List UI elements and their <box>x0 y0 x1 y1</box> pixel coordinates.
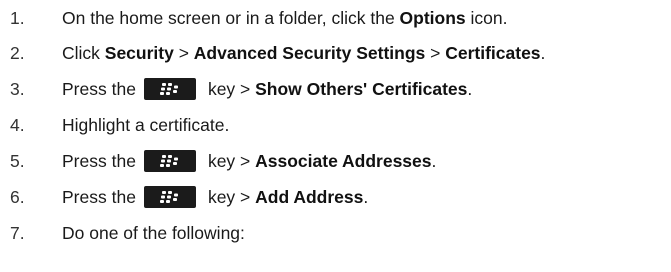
ui-term: Add Address <box>255 186 364 207</box>
step-text-segment: Highlight a certificate. <box>62 114 230 135</box>
ui-term: Show Others' Certificates <box>255 78 468 99</box>
step-text-segment: Press the <box>62 186 136 207</box>
step-number: 5. <box>10 150 25 171</box>
ui-term: Options <box>399 7 466 28</box>
step-text: Highlight a certificate. <box>62 115 229 136</box>
step-text-segment: key > <box>207 150 256 171</box>
blackberry-menu-key-icon <box>143 186 196 208</box>
step-number: 2. <box>10 42 25 63</box>
instruction-steps: 1. On the home screen or in a folder, cli… <box>0 0 671 272</box>
step-text-segment: . <box>540 42 546 63</box>
step-text-segment: key > <box>207 186 256 207</box>
step-text: Click Security > Advanced Security Setti… <box>62 43 545 64</box>
step-text-segment: Click <box>62 42 105 63</box>
blackberry-menu-key-icon <box>143 150 196 172</box>
step-text: Press the key > Show Others' Certificates… <box>62 78 472 100</box>
step-text-segment: Press the <box>62 150 136 171</box>
step-number: 7. <box>10 222 25 243</box>
step-text-segment: . <box>431 150 437 171</box>
step-4: 4. Highlight a certificate. <box>0 110 671 140</box>
step-text: Press the key > Add Address. <box>62 186 368 208</box>
step-text-segment: icon. <box>465 7 508 28</box>
step-2: 2. Click Security > Advanced Security Set… <box>0 38 671 68</box>
ui-term: Certificates <box>445 42 541 63</box>
blackberry-menu-key-icon <box>143 78 196 100</box>
step-7: 7. Do one of the following: <box>0 218 671 248</box>
step-text: Do one of the following: <box>62 223 245 244</box>
ui-term: Security <box>104 42 174 63</box>
step-text-segment: > <box>425 42 446 63</box>
step-1: 1. On the home screen or in a folder, cli… <box>0 3 671 33</box>
step-text-segment: key > <box>207 78 256 99</box>
step-text-segment: . <box>363 186 369 207</box>
step-text-segment: On the home screen or in a folder, click… <box>62 7 400 28</box>
step-number: 3. <box>10 78 25 99</box>
step-3: 3. Press the key > Show Others' Certificat… <box>0 74 671 104</box>
step-text-segment: Press the <box>62 78 136 99</box>
step-number: 4. <box>10 114 25 135</box>
step-text-segment: . <box>467 78 473 99</box>
step-text: Press the key > Associate Addresses. <box>62 150 436 172</box>
step-text-segment: > <box>173 42 194 63</box>
ui-term: Associate Addresses <box>255 150 432 171</box>
step-text-segment: Do one of the following: <box>62 222 245 243</box>
step-number: 1. <box>10 7 25 28</box>
step-5: 5. Press the key > Associate Addresses. <box>0 146 671 176</box>
step-number: 6. <box>10 186 25 207</box>
step-6: 6. Press the key > Add Address. <box>0 182 671 212</box>
ui-term: Advanced Security Settings <box>193 42 426 63</box>
step-text: On the home screen or in a folder, click… <box>62 8 507 29</box>
